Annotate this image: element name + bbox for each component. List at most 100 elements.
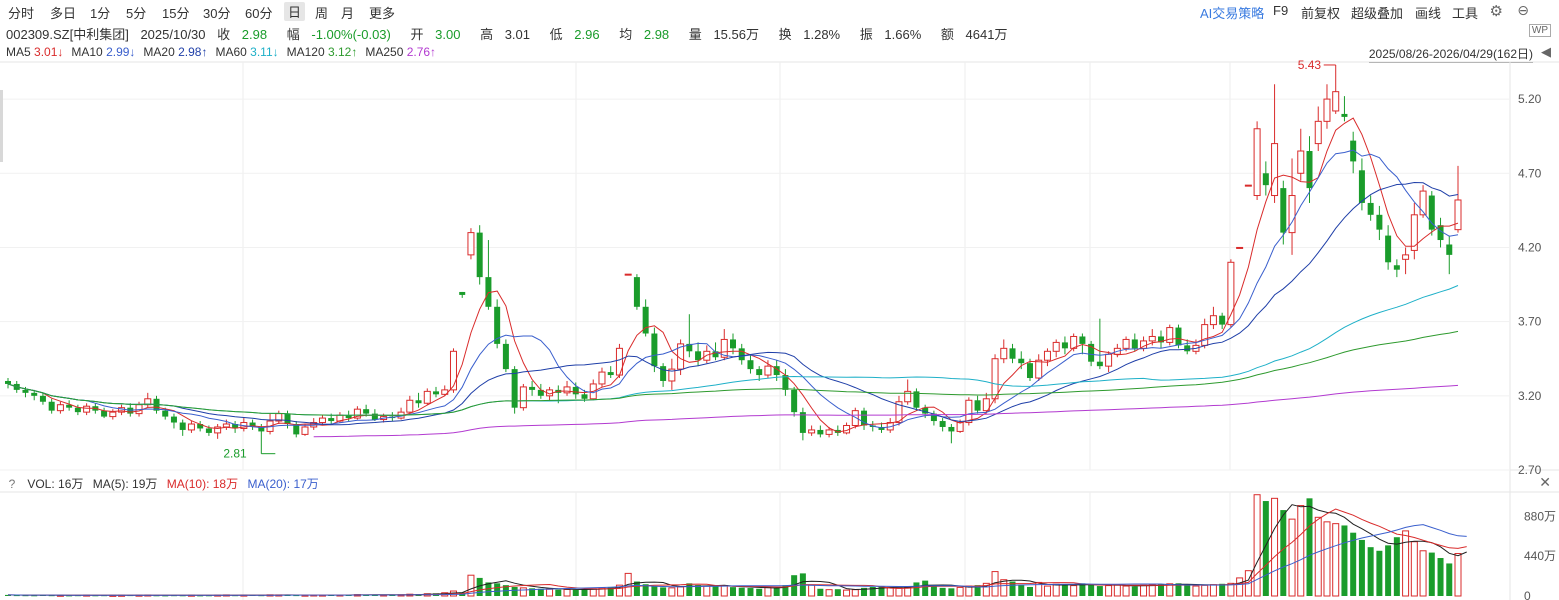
- volume-bar-150: [1314, 516, 1322, 597]
- candle-body-126: [1105, 353, 1113, 367]
- volume-bar-136: [1192, 585, 1200, 597]
- candle-body-125: [1096, 361, 1103, 367]
- volume-bar-161: [1410, 541, 1418, 597]
- candle-body-150: [1314, 120, 1322, 145]
- price-tick-4: 3.20: [1518, 389, 1542, 403]
- candle-body-9: [83, 405, 91, 413]
- volume-bar-124: [1088, 584, 1095, 596]
- candle-body-64: [563, 386, 571, 394]
- volume-bar-64: [563, 588, 571, 597]
- volume-bar-155: [1358, 539, 1365, 596]
- candle-body-135: [1184, 345, 1191, 352]
- candle-body-156: [1367, 202, 1374, 215]
- candle-body-138: [1209, 315, 1217, 326]
- volume-bar-92: [808, 584, 816, 597]
- volume-bar-59: [519, 587, 527, 597]
- candle-body-107: [939, 421, 946, 427]
- min-price-label: 2.81: [223, 447, 247, 461]
- candle-body-92: [808, 429, 816, 434]
- candle-body-41: [363, 409, 370, 414]
- candle-body-113: [991, 358, 999, 400]
- volume-tick-2: 0: [1524, 589, 1531, 600]
- candle-body-11: [101, 410, 108, 417]
- candle-body-93: [817, 429, 824, 435]
- candle-body-158: [1385, 235, 1392, 263]
- candle-body-69: [607, 372, 614, 376]
- candle-body-90: [791, 389, 798, 413]
- candle-body-3: [31, 392, 38, 396]
- candle-body-4: [39, 395, 46, 402]
- candle-body-115: [1009, 348, 1016, 359]
- candle-body-84: [738, 348, 745, 361]
- candle-body-141: [1236, 246, 1244, 249]
- kline-chart[interactable]: 5.20 4.70 4.20 3.70 3.20 2.70 880万 440万 0 5.43 2.8…: [0, 0, 1559, 600]
- volume-bar-84: [738, 587, 745, 596]
- candle-body-119: [1043, 350, 1051, 361]
- volume-bar-165: [1446, 563, 1453, 596]
- candle-body-86: [756, 369, 763, 376]
- volume-bar-129: [1131, 586, 1138, 596]
- candle-body-111: [974, 400, 981, 411]
- volume-bar-109: [956, 586, 964, 597]
- candle-body-52: [459, 291, 466, 295]
- volume-bar-116: [1018, 585, 1025, 596]
- candle-body-83: [730, 339, 736, 349]
- ma20-line: [7, 181, 1459, 426]
- volume-bar-94: [825, 589, 833, 597]
- candle-body-18: [162, 410, 169, 417]
- candle-body-42: [371, 413, 378, 420]
- candle-body-57: [502, 343, 509, 370]
- price-tick-1: 4.70: [1518, 166, 1542, 180]
- candle-body-66: [581, 394, 588, 399]
- volume-bar-78: [686, 583, 693, 596]
- volume-bar-105: [922, 580, 929, 596]
- candle-body-51: [449, 350, 457, 391]
- candle-body-74: [651, 333, 658, 367]
- volume-bar-141: [1236, 577, 1244, 597]
- candle-body-23: [205, 428, 212, 433]
- volume-bar-95: [834, 589, 841, 596]
- volume-bar-96: [843, 589, 851, 597]
- candle-body-60: [529, 386, 536, 390]
- volume-bar-77: [677, 586, 685, 597]
- volume-bar-93: [817, 588, 824, 596]
- candle-body-139: [1219, 315, 1226, 325]
- candle-body-65: [572, 386, 579, 395]
- candle-body-109: [956, 422, 964, 432]
- candle-body-59: [519, 386, 527, 409]
- candle-body-68: [598, 371, 606, 385]
- volume-bar-127: [1113, 584, 1121, 597]
- volume-bar-119: [1043, 585, 1051, 597]
- candle-body-123: [1079, 336, 1086, 344]
- candle-body-12: [109, 411, 117, 418]
- volume-bar-138: [1209, 584, 1217, 597]
- volume-bar-106: [930, 586, 937, 596]
- candle-body-118: [1035, 359, 1043, 379]
- volume-tick-1: 440万: [1524, 549, 1556, 563]
- candle-body-143: [1253, 128, 1261, 197]
- volume-bar-130: [1140, 584, 1148, 597]
- volume-bar-58: [511, 586, 518, 596]
- candle-body-160: [1402, 254, 1410, 260]
- candle-body-146: [1280, 188, 1287, 233]
- max-price-label: 5.43: [1298, 58, 1322, 72]
- candle-body-75: [660, 366, 667, 381]
- candle-body-48: [423, 390, 431, 404]
- candle-body-142: [1244, 184, 1252, 187]
- volume-bar-121: [1061, 585, 1068, 596]
- price-tick-2: 4.20: [1518, 240, 1542, 254]
- candle-body-131: [1148, 335, 1156, 342]
- candle-body-37: [328, 418, 335, 422]
- volume-bar-160: [1402, 530, 1410, 597]
- candle-body-114: [1000, 347, 1008, 360]
- price-tick-0: 5.20: [1518, 92, 1542, 106]
- candle-body-85: [747, 360, 754, 370]
- candle-body-72: [633, 277, 640, 307]
- candle-body-117: [1026, 363, 1033, 379]
- volume-bar-87: [764, 586, 772, 597]
- volume-bar-128: [1122, 585, 1130, 597]
- volume-bar-146: [1280, 510, 1287, 596]
- volume-bar-103: [904, 587, 912, 597]
- candle-body-166: [1454, 199, 1462, 231]
- volume-bar-62: [546, 588, 554, 597]
